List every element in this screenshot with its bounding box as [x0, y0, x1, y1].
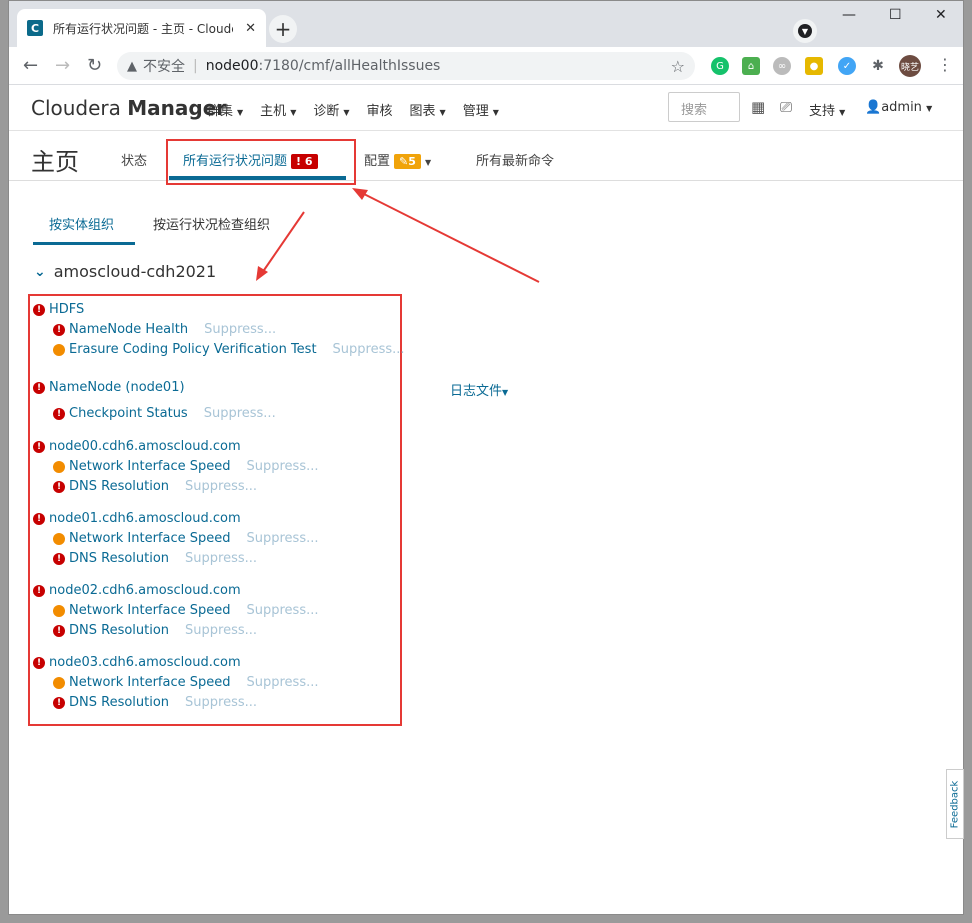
annotation-arrows	[256, 188, 540, 283]
annotation-arrow-to-tab	[359, 191, 540, 283]
annotation-arrow-to-cluster	[261, 211, 305, 274]
